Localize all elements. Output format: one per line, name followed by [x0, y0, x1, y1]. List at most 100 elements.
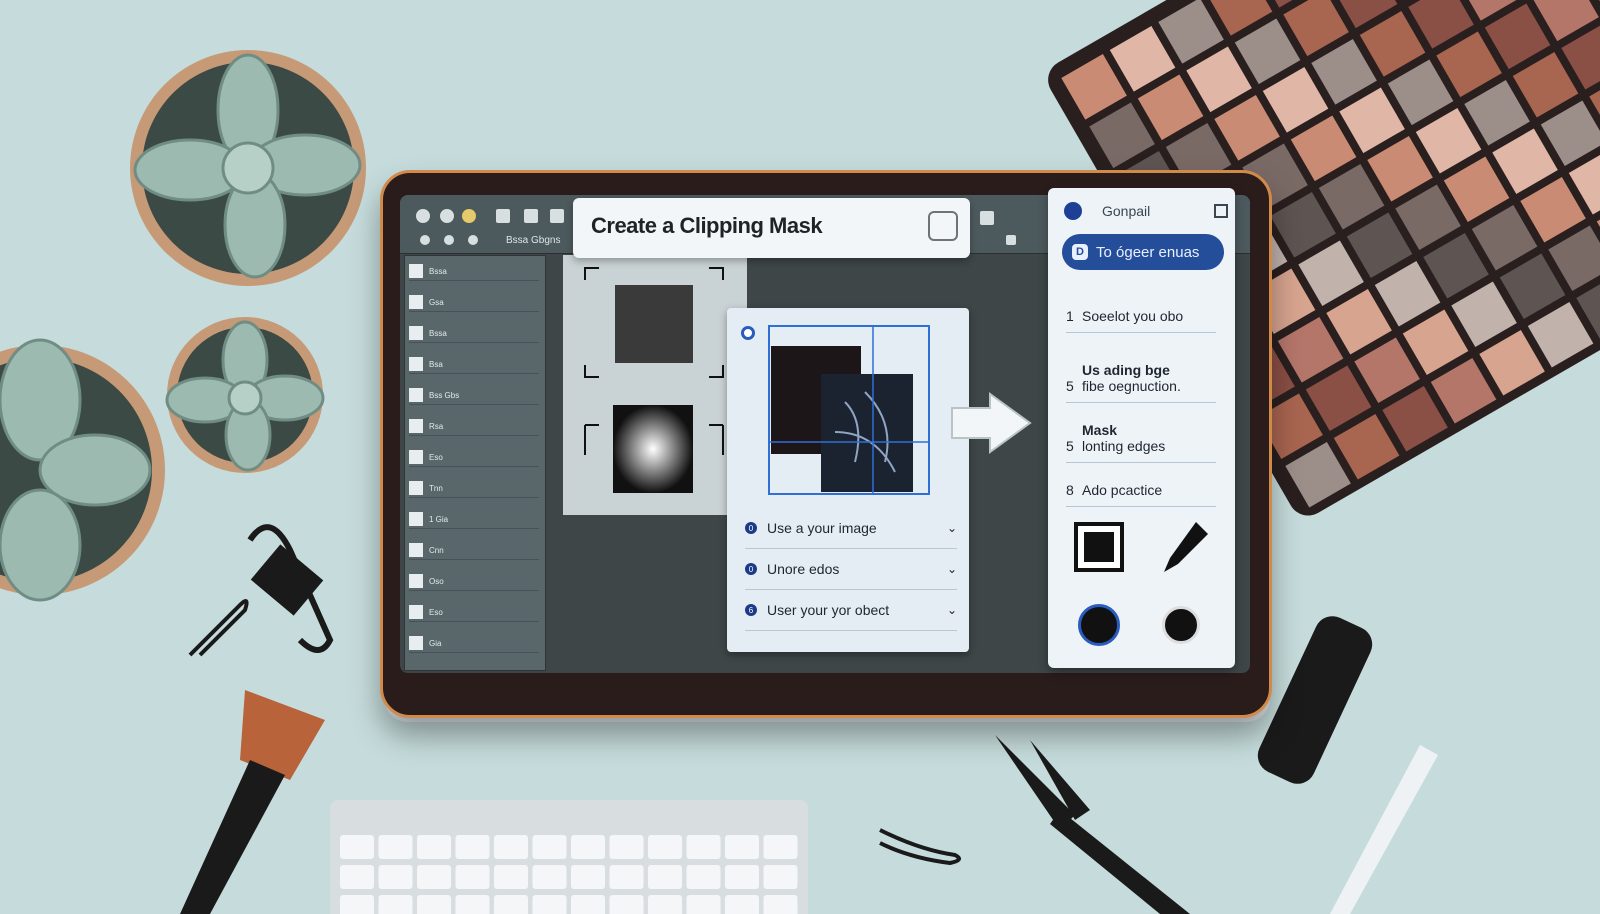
key	[609, 835, 644, 859]
tool-icon[interactable]	[550, 209, 564, 223]
tool-icon[interactable]	[1006, 235, 1016, 245]
layer-thumbnail	[409, 574, 423, 588]
layer-row[interactable]: Bssa	[409, 262, 539, 281]
layer-thumbnail	[409, 636, 423, 650]
chevron-down-icon[interactable]: ⌄	[947, 521, 957, 535]
step-title: Mask	[1082, 422, 1118, 438]
makeup-brush	[180, 690, 325, 914]
layer-thumbnail	[409, 419, 423, 433]
brush-icon[interactable]	[1156, 518, 1212, 578]
key	[532, 865, 567, 889]
layer-row[interactable]: Oso	[409, 572, 539, 591]
layer-label: Tnn	[429, 483, 443, 493]
layer-row[interactable]: Bsa	[409, 355, 539, 374]
layer-row[interactable]: Tnn	[409, 479, 539, 498]
key	[455, 865, 490, 889]
key	[532, 895, 567, 914]
layer-label: Eso	[429, 607, 443, 617]
step-title: Us ading bge	[1082, 362, 1170, 378]
instructions-panel: Gonpail D To ógeer enuas 1 Soeelot you ob…	[1048, 188, 1235, 668]
key	[648, 895, 682, 914]
key	[455, 895, 490, 914]
key	[686, 895, 721, 914]
succulent-plant	[165, 317, 325, 473]
key	[378, 895, 413, 914]
tool-icon[interactable]	[496, 209, 510, 223]
item-badge: 0	[745, 563, 757, 575]
step-item: 5 Mask lonting edges	[1066, 400, 1216, 463]
layers-panel: Bssa Gsa Bssa Bsa Bss Gbs Rsa Eso Tnn 1 Gia Cnn Os…	[404, 255, 546, 671]
layer-label: Rsa	[429, 421, 444, 431]
layer-row[interactable]: Bssa	[409, 324, 539, 343]
layer-thumbnail	[409, 264, 423, 278]
primary-button-badge: D	[1072, 244, 1088, 260]
key	[417, 895, 451, 914]
arrow-right-icon	[951, 392, 1032, 454]
key	[763, 895, 798, 914]
key	[648, 835, 682, 859]
key	[763, 835, 798, 859]
layer-label: 1 Gia	[429, 514, 449, 524]
panel-header-label: Gonpail	[1102, 203, 1151, 219]
primary-button[interactable]: D To ógeer enuas	[1062, 234, 1224, 270]
layer-row[interactable]: Gsa	[409, 293, 539, 312]
canvas-area[interactable]	[563, 255, 747, 515]
circle-icon[interactable]	[1078, 604, 1120, 646]
key	[417, 835, 451, 859]
chevron-down-icon[interactable]: ⌄	[947, 603, 957, 617]
pencil	[1330, 745, 1438, 914]
pliers	[995, 735, 1190, 914]
tool-icon[interactable]	[524, 209, 538, 223]
key	[494, 865, 528, 889]
step-text: lonting edges	[1082, 438, 1166, 454]
item-badge: 6	[745, 604, 757, 616]
card-item[interactable]: 0 Use a your image ⌄	[745, 508, 957, 549]
layer-thumbnail	[409, 512, 423, 526]
step-item: 1 Soeelot you obo	[1066, 284, 1216, 333]
layer-row[interactable]: 1 Gia	[409, 510, 539, 529]
step-text-block: Us ading bge fibe oegnuction.	[1082, 362, 1181, 394]
layer-row[interactable]: Bss Gbs	[409, 386, 539, 405]
tool-icon[interactable]	[444, 235, 454, 245]
step-text: Soeelot you obo	[1082, 308, 1184, 324]
item-badge: 0	[745, 522, 757, 534]
tool-icon[interactable]	[420, 235, 430, 245]
tool-icon[interactable]	[980, 211, 994, 225]
layer-thumbnail	[409, 388, 423, 402]
layer-thumbnail	[409, 543, 423, 557]
layer-thumbnail	[409, 450, 423, 464]
tool-icon[interactable]	[440, 209, 454, 223]
chevron-down-icon[interactable]: ⌄	[947, 562, 957, 576]
square-icon[interactable]	[1074, 522, 1124, 572]
layer-label: Gia	[429, 638, 442, 648]
logo-icon	[1064, 202, 1082, 220]
mask-preview	[768, 325, 930, 495]
circle-icon[interactable]	[741, 326, 755, 340]
layer-row[interactable]: Cnn	[409, 541, 539, 560]
circle-icon[interactable]	[1162, 606, 1200, 644]
face-icon[interactable]	[928, 211, 958, 241]
layer-row[interactable]: Eso	[409, 448, 539, 467]
step-number: 8	[1066, 482, 1074, 498]
layer-row[interactable]: Eso	[409, 603, 539, 622]
layer-row[interactable]: Rsa	[409, 417, 539, 436]
layer-label: Bssa	[429, 328, 447, 338]
tool-icon[interactable]	[462, 209, 476, 223]
layer-label: Bssa	[429, 266, 447, 276]
paperclip	[879, 828, 961, 866]
key	[648, 865, 682, 889]
key	[686, 865, 721, 889]
step-text-block: Ado pcactice	[1082, 482, 1162, 498]
tool-icon[interactable]	[416, 209, 430, 223]
tool-icon[interactable]	[468, 235, 478, 245]
layer-row[interactable]: Gia	[409, 634, 539, 653]
key	[455, 835, 490, 859]
succulent-plant	[130, 50, 366, 286]
card-item[interactable]: 6 User your yor obect ⌄	[745, 590, 957, 631]
step-text: Ado pcactice	[1082, 482, 1163, 498]
canvas-artwork	[584, 267, 724, 493]
layer-label: Oso	[429, 576, 444, 586]
step-number: 1	[1066, 308, 1074, 324]
expand-icon[interactable]	[1214, 204, 1228, 218]
card-item[interactable]: 0 Unore edos ⌄	[745, 549, 957, 590]
